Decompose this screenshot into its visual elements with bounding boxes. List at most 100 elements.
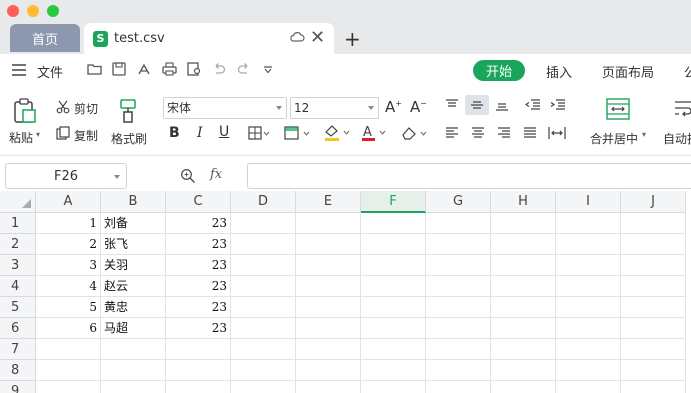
menu-tab-formulas[interactable]: 公	[684, 62, 691, 81]
cell-g8[interactable]	[426, 360, 491, 381]
cell-c3[interactable]: 23	[166, 255, 231, 276]
name-box[interactable]: F26	[5, 163, 127, 189]
fill-color-icon[interactable]	[323, 124, 351, 142]
row-header[interactable]: 2	[0, 234, 36, 255]
cell-e9[interactable]	[296, 381, 361, 393]
cell-h2[interactable]	[491, 234, 556, 255]
menu-tab-start[interactable]: 开始	[473, 60, 525, 81]
format-painter-icon[interactable]	[118, 98, 140, 124]
cell-i2[interactable]	[556, 234, 621, 255]
cell-i3[interactable]	[556, 255, 621, 276]
cell-b5[interactable]: 黄忠	[101, 297, 166, 318]
maximize-window-button[interactable]	[47, 5, 59, 17]
cell-i7[interactable]	[556, 339, 621, 360]
cell-g4[interactable]	[426, 276, 491, 297]
cell-b3[interactable]: 关羽	[101, 255, 166, 276]
row-header[interactable]: 4	[0, 276, 36, 297]
font-name-select[interactable]: 宋体	[163, 97, 287, 119]
column-header-d[interactable]: D	[231, 191, 296, 213]
cell-b1[interactable]: 刘备	[101, 213, 166, 234]
menu-tab-page-layout[interactable]: 页面布局	[602, 62, 654, 81]
fx-icon[interactable]: fx	[210, 167, 222, 182]
cell-j2[interactable]	[621, 234, 686, 255]
cell-f5[interactable]	[361, 297, 426, 318]
cell-f4[interactable]	[361, 276, 426, 297]
cell-c4[interactable]: 23	[166, 276, 231, 297]
cell-i1[interactable]	[556, 213, 621, 234]
cell-a8[interactable]	[36, 360, 101, 381]
cell-j7[interactable]	[621, 339, 686, 360]
row-header[interactable]: 6	[0, 318, 36, 339]
column-header-i[interactable]: I	[556, 191, 621, 213]
cell-f8[interactable]	[361, 360, 426, 381]
print-icon[interactable]	[162, 62, 177, 76]
cell-a4[interactable]: 4	[36, 276, 101, 297]
cell-g2[interactable]	[426, 234, 491, 255]
cell-b6[interactable]: 马超	[101, 318, 166, 339]
cell-f9[interactable]	[361, 381, 426, 393]
column-header-j[interactable]: J	[621, 191, 686, 213]
cell-g1[interactable]	[426, 213, 491, 234]
cell-e3[interactable]	[296, 255, 361, 276]
cell-a3[interactable]: 3	[36, 255, 101, 276]
align-right-icon[interactable]	[497, 127, 511, 139]
column-header-a[interactable]: A	[36, 191, 101, 213]
format-painter-button[interactable]: 格式刷	[111, 130, 147, 147]
italic-icon[interactable]: I	[197, 125, 203, 141]
borders-icon[interactable]	[248, 126, 270, 140]
cell-h9[interactable]	[491, 381, 556, 393]
cell-d8[interactable]	[231, 360, 296, 381]
cell-h7[interactable]	[491, 339, 556, 360]
bold-icon[interactable]: B	[169, 125, 180, 141]
cell-a6[interactable]: 6	[36, 318, 101, 339]
cell-g7[interactable]	[426, 339, 491, 360]
cell-h6[interactable]	[491, 318, 556, 339]
cell-b8[interactable]	[101, 360, 166, 381]
cell-e7[interactable]	[296, 339, 361, 360]
distributed-align-icon[interactable]	[548, 126, 566, 140]
cloud-icon[interactable]	[289, 31, 305, 43]
column-header-c[interactable]: C	[166, 191, 231, 213]
cell-e6[interactable]	[296, 318, 361, 339]
cell-f6[interactable]	[361, 318, 426, 339]
minimize-window-button[interactable]	[27, 5, 39, 17]
undo-icon[interactable]	[212, 62, 226, 76]
close-window-button[interactable]	[7, 5, 19, 17]
cell-c1[interactable]: 23	[166, 213, 231, 234]
copy-button[interactable]: 复制	[74, 127, 98, 144]
cell-h8[interactable]	[491, 360, 556, 381]
quick-access-dropdown-icon[interactable]	[263, 66, 273, 74]
column-header-g[interactable]: G	[426, 191, 491, 213]
hamburger-menu-icon[interactable]	[12, 64, 26, 76]
font-color-icon[interactable]: A	[360, 124, 388, 142]
cell-j9[interactable]	[621, 381, 686, 393]
cell-f3[interactable]	[361, 255, 426, 276]
wrap-text-icon[interactable]	[672, 98, 691, 120]
close-tab-icon[interactable]: ✕	[310, 27, 325, 48]
menu-tab-insert[interactable]: 插入	[546, 62, 572, 81]
cell-a9[interactable]	[36, 381, 101, 393]
cell-j6[interactable]	[621, 318, 686, 339]
cell-j8[interactable]	[621, 360, 686, 381]
paste-button[interactable]: 粘贴	[9, 129, 33, 146]
cell-j5[interactable]	[621, 297, 686, 318]
cell-d6[interactable]	[231, 318, 296, 339]
cell-g9[interactable]	[426, 381, 491, 393]
cell-d9[interactable]	[231, 381, 296, 393]
cell-i8[interactable]	[556, 360, 621, 381]
cell-e1[interactable]	[296, 213, 361, 234]
cell-j1[interactable]	[621, 213, 686, 234]
cell-style-icon[interactable]	[284, 126, 310, 140]
cell-b9[interactable]	[101, 381, 166, 393]
cell-e2[interactable]	[296, 234, 361, 255]
column-header-f[interactable]: F	[361, 191, 426, 213]
wrap-text-button[interactable]: 自动换	[663, 130, 691, 147]
cell-c7[interactable]	[166, 339, 231, 360]
font-size-select[interactable]: 12	[290, 97, 379, 119]
cell-f1[interactable]	[361, 213, 426, 234]
cell-i5[interactable]	[556, 297, 621, 318]
cell-c6[interactable]: 23	[166, 318, 231, 339]
cell-c8[interactable]	[166, 360, 231, 381]
cell-b4[interactable]: 赵云	[101, 276, 166, 297]
underline-icon[interactable]: U	[219, 124, 229, 140]
